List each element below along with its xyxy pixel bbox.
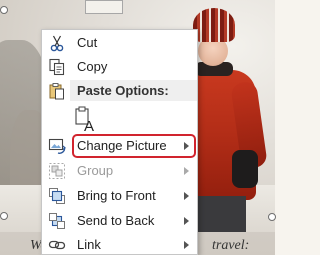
menu-item-link[interactable]: Link <box>42 234 197 254</box>
svg-text:A: A <box>84 118 94 133</box>
menu-item-copy[interactable]: Copy <box>42 56 197 78</box>
child-glove <box>232 150 258 188</box>
scissors-icon <box>48 34 66 52</box>
submenu-arrow-icon <box>184 167 189 175</box>
resize-handle[interactable] <box>0 212 8 220</box>
change-picture-icon <box>48 137 66 155</box>
menu-item-group[interactable]: Group <box>42 160 197 182</box>
resize-handle[interactable] <box>268 213 276 221</box>
menu-item-bring-to-front[interactable]: Bring to Front <box>42 185 197 207</box>
group-icon <box>48 162 66 180</box>
menu-item-label: Link <box>77 237 101 252</box>
paste-icon <box>48 82 66 100</box>
menu-item-label: Bring to Front <box>77 188 156 203</box>
context-menu: Cut Copy Paste Options: A Change Picture… <box>41 29 198 255</box>
link-icon <box>48 236 66 254</box>
paste-options-header: Paste Options: <box>70 80 197 101</box>
menu-item-send-to-back[interactable]: Send to Back <box>42 210 197 232</box>
menu-item-cut[interactable]: Cut <box>42 32 197 54</box>
picture-frame-edge <box>85 0 123 14</box>
paste-options-heading: Paste Options: <box>77 83 169 98</box>
paste-keep-text-only-icon[interactable]: A <box>73 105 99 135</box>
menu-item-label: Cut <box>77 35 98 50</box>
menu-item-label: Group <box>77 163 114 178</box>
submenu-arrow-icon <box>184 192 189 200</box>
submenu-arrow-icon <box>184 241 189 249</box>
bring-to-front-icon <box>48 187 66 205</box>
child-hat <box>193 8 235 42</box>
document-text: travel: <box>212 238 250 253</box>
change-picture-highlight <box>72 134 196 158</box>
resize-handle[interactable] <box>0 6 8 14</box>
menu-item-label: Send to Back <box>77 213 155 228</box>
menu-item-label: Copy <box>77 59 108 74</box>
copy-icon <box>48 58 66 76</box>
submenu-arrow-icon <box>184 217 189 225</box>
send-to-back-icon <box>48 212 66 230</box>
